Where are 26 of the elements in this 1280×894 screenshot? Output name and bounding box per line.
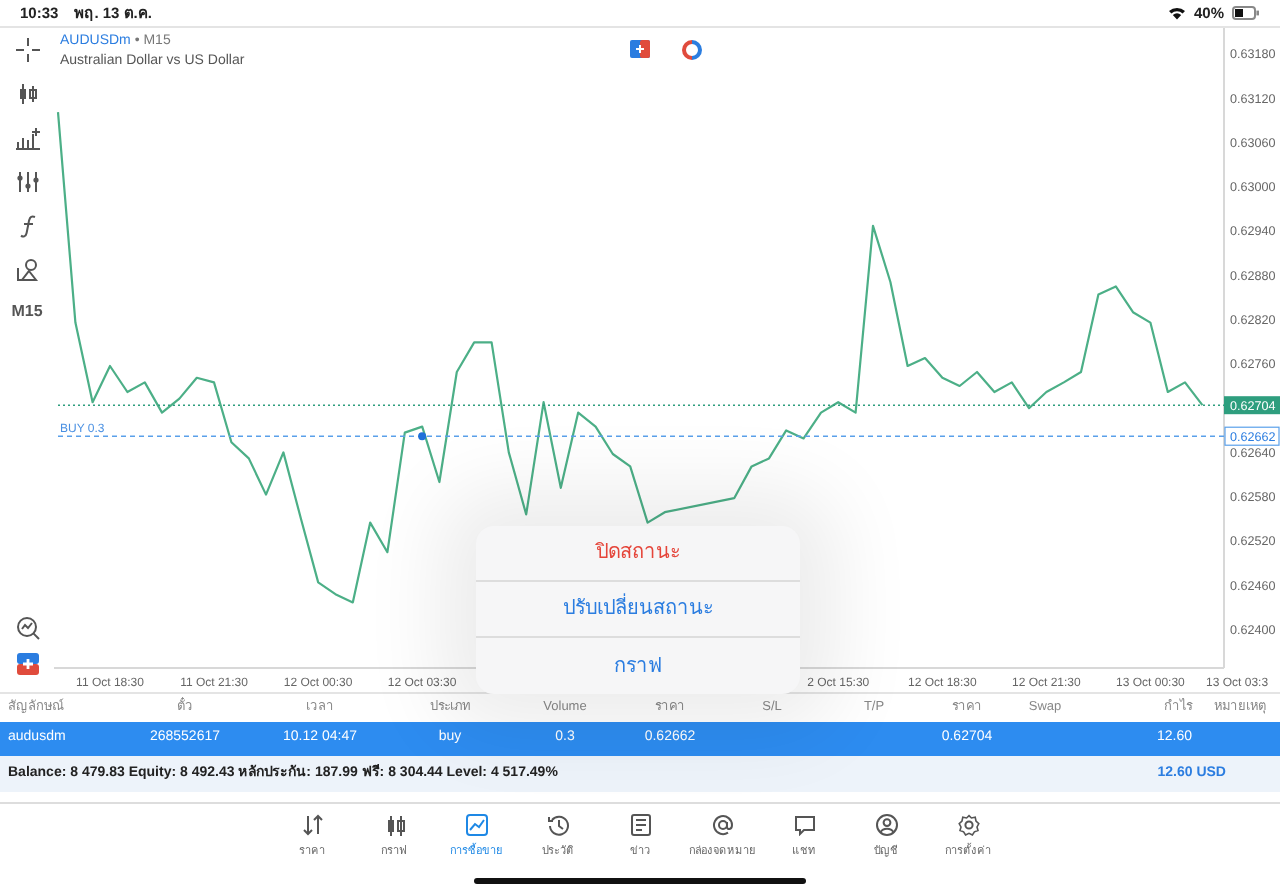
gear-icon — [957, 814, 979, 836]
news-icon — [629, 814, 651, 836]
timeframe-button[interactable]: M15 — [11, 300, 43, 324]
one-click-icon[interactable] — [630, 40, 650, 58]
chat-bubble-icon — [793, 814, 815, 836]
line-chart-icon — [465, 814, 487, 836]
battery-icon — [1232, 6, 1260, 20]
entry-marker — [418, 432, 427, 441]
person-circle-icon — [875, 814, 897, 836]
action-sheet-item[interactable]: กราฟ — [476, 638, 800, 694]
at-sign-icon — [711, 814, 733, 836]
candlestick-icon — [383, 814, 405, 836]
wifi-icon — [1167, 6, 1186, 20]
trade-icon[interactable] — [15, 652, 39, 676]
zoom-chart-icon[interactable] — [15, 616, 39, 640]
shapes-icon[interactable] — [15, 258, 39, 282]
action-sheet-item[interactable]: ปรับเปลี่ยนสถานะ — [476, 582, 800, 638]
function-icon[interactable] — [15, 214, 39, 238]
sort-arrows-icon — [301, 814, 323, 836]
history-icon — [547, 814, 569, 836]
sliders-icon[interactable] — [15, 170, 39, 194]
candlestick-icon[interactable] — [15, 82, 39, 106]
crosshair-icon[interactable] — [15, 38, 39, 62]
action-sheet-item[interactable]: ปิดสถานะ — [476, 526, 800, 582]
ring-icon[interactable] — [682, 40, 702, 60]
bar-chart-icon[interactable] — [15, 126, 39, 150]
